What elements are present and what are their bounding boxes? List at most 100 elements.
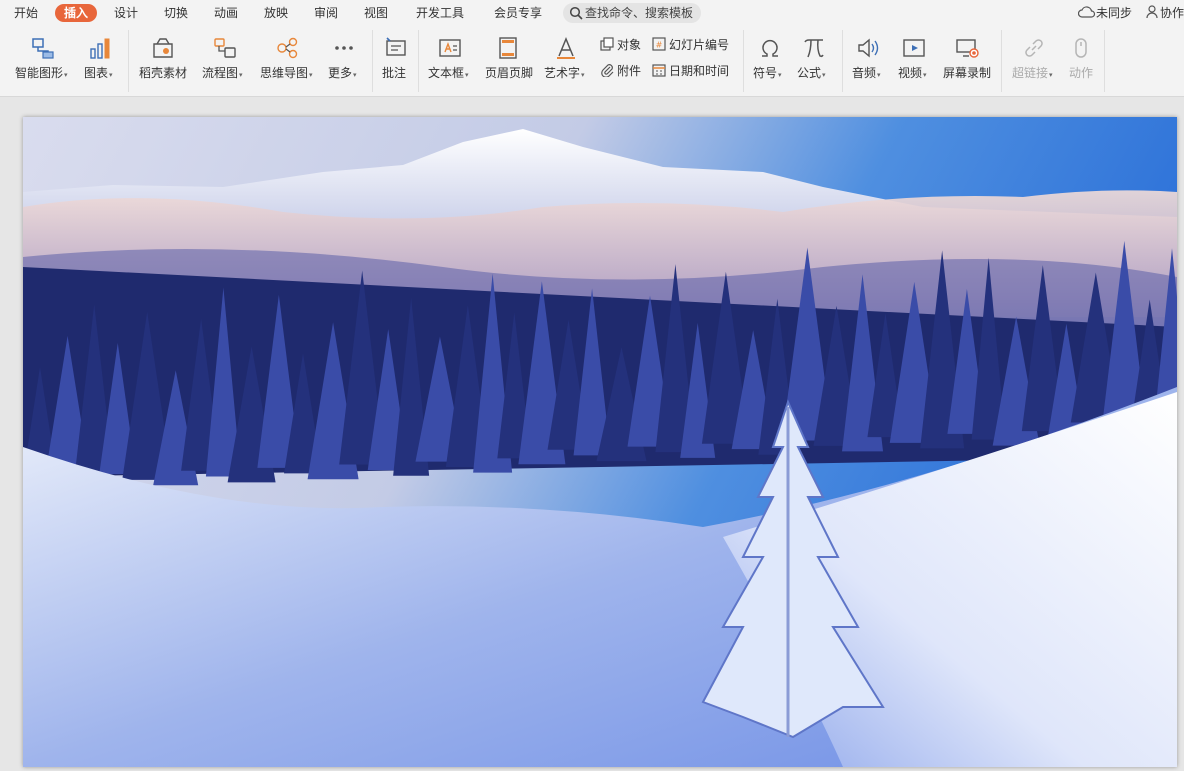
- comment-label: 批注: [382, 66, 407, 80]
- divider: [128, 30, 129, 92]
- hyperlink-button[interactable]: 超链接▾: [1010, 26, 1058, 96]
- menu-bar: 开始 插入 设计 切换 动画 放映 审阅 视图 开发工具 会员专享 查找命令、搜…: [0, 0, 1184, 26]
- chevron-down-icon: ▾: [877, 71, 881, 79]
- date-time-button[interactable]: 日期和时间: [652, 62, 729, 80]
- mouse-icon: [1075, 38, 1087, 58]
- paperclip-icon: [601, 64, 614, 77]
- divider: [418, 30, 419, 92]
- header-footer-button[interactable]: 页眉页脚: [482, 26, 536, 96]
- snowy-mountain-image[interactable]: [23, 117, 1177, 767]
- slide-number-button[interactable]: # 幻灯片编号: [652, 36, 729, 54]
- mindmap-label: 思维导图: [260, 66, 309, 80]
- symbol-label: 符号: [753, 66, 778, 80]
- sync-status[interactable]: 未同步: [1077, 4, 1132, 22]
- flowchart-label: 流程图: [202, 66, 239, 80]
- menu-review[interactable]: 审阅: [314, 4, 338, 22]
- docer-material-label: 稻壳素材: [139, 66, 188, 80]
- slide-number-label: 幻灯片编号: [669, 38, 730, 52]
- object-icon: [600, 37, 614, 51]
- divider: [842, 30, 843, 92]
- menu-animation[interactable]: 动画: [214, 4, 238, 22]
- header-footer-icon: [499, 37, 517, 59]
- cloud-icon: [1077, 6, 1096, 18]
- comment-button[interactable]: 批注: [380, 26, 412, 96]
- chevron-down-icon: ▾: [64, 71, 68, 79]
- slide-canvas: [0, 97, 1184, 771]
- screen-record-button[interactable]: 屏幕录制: [941, 26, 995, 96]
- smart-shape-icon: [32, 38, 54, 59]
- textbox-label: 文本框: [428, 66, 465, 80]
- search-placeholder: 查找命令、搜索模板: [585, 6, 694, 20]
- chevron-down-icon: ▾: [822, 71, 826, 79]
- user-icon: [1146, 5, 1158, 19]
- link-icon: [1025, 39, 1043, 57]
- flowchart-icon: [214, 38, 236, 58]
- chevron-down-icon: ▾: [1049, 71, 1053, 79]
- formula-label: 公式: [797, 66, 822, 80]
- video-icon: [903, 39, 925, 57]
- action-label: 动作: [1069, 66, 1094, 80]
- more-label: 更多: [328, 66, 353, 80]
- chevron-down-icon: ▾: [109, 71, 113, 79]
- slide-number-icon: #: [652, 37, 666, 51]
- mindmap-icon: [277, 37, 298, 59]
- material-icon: [153, 38, 173, 58]
- command-search[interactable]: 查找命令、搜索模板: [563, 3, 701, 23]
- chevron-down-icon: ▾: [778, 71, 782, 79]
- video-label: 视频: [898, 66, 923, 80]
- flowchart-button[interactable]: 流程图▾: [200, 26, 250, 96]
- chevron-down-icon: ▾: [581, 71, 585, 79]
- date-time-label: 日期和时间: [669, 64, 730, 78]
- calendar-icon: [652, 64, 666, 77]
- divider: [372, 30, 373, 92]
- menu-developer[interactable]: 开发工具: [416, 4, 464, 22]
- chevron-down-icon: ▾: [239, 71, 243, 79]
- chevron-down-icon: ▾: [309, 71, 313, 79]
- omega-icon: [762, 39, 778, 57]
- mindmap-button[interactable]: 思维导图▾: [258, 26, 318, 96]
- menu-slideshow[interactable]: 放映: [264, 4, 288, 22]
- object-button[interactable]: 对象: [600, 36, 641, 54]
- menu-member[interactable]: 会员专享: [494, 4, 542, 22]
- slide[interactable]: [23, 117, 1177, 767]
- video-button[interactable]: 视频▾: [896, 26, 934, 96]
- divider: [1104, 30, 1105, 92]
- more-button[interactable]: 更多▾: [326, 26, 366, 96]
- menu-view[interactable]: 视图: [364, 4, 388, 22]
- audio-button[interactable]: 音频▾: [850, 26, 888, 96]
- comment-icon: [386, 37, 406, 56]
- screen-record-label: 屏幕录制: [943, 66, 992, 80]
- menu-design[interactable]: 设计: [114, 4, 138, 22]
- divider: [1001, 30, 1002, 92]
- attachment-label: 附件: [617, 64, 642, 78]
- menu-insert[interactable]: 插入: [55, 4, 98, 22]
- chart-label: 图表: [84, 66, 109, 80]
- svg-text:#: #: [656, 41, 663, 50]
- symbol-button[interactable]: 符号▾: [750, 26, 788, 96]
- divider: [743, 30, 744, 92]
- hyperlink-label: 超链接: [1012, 66, 1049, 80]
- chevron-down-icon: ▾: [353, 71, 357, 79]
- attachment-button[interactable]: 附件: [600, 62, 641, 80]
- textbox-button[interactable]: 文本框▾: [426, 26, 476, 96]
- insert-ribbon: 智能图形▾ 图表▾ 稻壳素材 流程图▾ 思维导图▾ 更多▾ 批注 文本框▾ 页眉…: [0, 26, 1184, 97]
- formula-button[interactable]: 公式▾: [794, 26, 834, 96]
- textbox-icon: [439, 39, 461, 57]
- wordart-icon: [557, 37, 575, 59]
- screen-record-icon: [956, 39, 979, 58]
- bar-chart-icon: [90, 38, 110, 59]
- collab-button[interactable]: 协作: [1146, 4, 1184, 22]
- docer-material-button[interactable]: 稻壳素材: [136, 26, 190, 96]
- wordart-label: 艺术字: [544, 66, 581, 80]
- pi-icon: [804, 39, 824, 58]
- wordart-button[interactable]: 艺术字▾: [542, 26, 590, 96]
- smart-shape-button[interactable]: 智能图形▾: [12, 26, 68, 96]
- menu-home[interactable]: 开始: [14, 4, 38, 22]
- audio-label: 音频: [852, 66, 877, 80]
- menu-transition[interactable]: 切换: [164, 4, 188, 22]
- chart-button[interactable]: 图表▾: [80, 26, 120, 96]
- action-button[interactable]: 动作: [1066, 26, 1096, 96]
- object-label: 对象: [617, 38, 642, 52]
- more-dots-icon: [335, 46, 353, 50]
- speaker-icon: [858, 38, 879, 58]
